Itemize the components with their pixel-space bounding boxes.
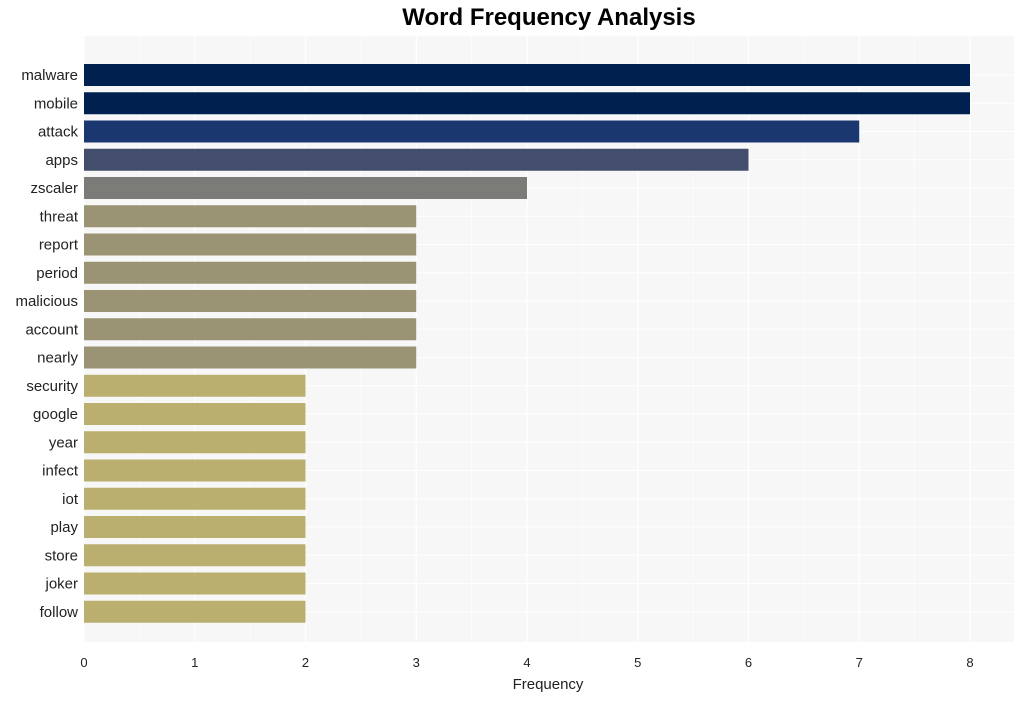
y-tick-label: attack: [38, 124, 79, 141]
x-tick-label: 7: [856, 655, 863, 670]
bar-security: [84, 374, 306, 397]
y-tick-label: nearly: [37, 350, 78, 367]
y-tick-label: account: [25, 321, 78, 338]
y-tick-label: year: [49, 434, 78, 451]
bar-malicious: [84, 290, 417, 312]
y-tick-label: malware: [21, 67, 78, 84]
x-tick-label: 4: [523, 655, 530, 670]
y-tick-label: mobile: [34, 95, 78, 112]
y-tick-label: iot: [62, 491, 79, 508]
bar-malware: [84, 64, 970, 86]
bar-account: [84, 318, 417, 341]
bar-iot: [84, 487, 306, 510]
x-tick-label: 8: [966, 655, 973, 670]
y-tick-label: apps: [45, 152, 78, 169]
bar-year: [84, 431, 306, 454]
bar-zscaler: [84, 177, 527, 199]
x-tick-label: 0: [80, 655, 87, 670]
y-tick-label: report: [39, 237, 79, 254]
y-tick-label: store: [45, 547, 78, 564]
x-tick-label: 3: [413, 655, 420, 670]
bar-period: [84, 261, 417, 284]
x-tick-label: 6: [745, 655, 752, 670]
bar-chart: malware mobile attack apps zscaler threat repo…: [15, 36, 1014, 693]
y-tick-label: play: [50, 519, 78, 536]
y-tick-label: security: [26, 378, 78, 395]
x-tick-label: 1: [191, 655, 198, 670]
y-tick-label: follow: [40, 604, 79, 621]
x-tick-labels: 0 1 2 3 4 5 6 7 8: [80, 655, 973, 670]
x-tick-label: 5: [634, 655, 641, 670]
y-tick-label: period: [36, 265, 78, 282]
bar-mobile: [84, 92, 970, 115]
bar-follow: [84, 600, 306, 623]
bar-report: [84, 233, 417, 256]
bar-nearly: [84, 346, 417, 369]
y-tick-label: google: [33, 406, 78, 423]
y-tick-label: malicious: [15, 293, 78, 310]
bar-google: [84, 403, 306, 425]
bar-apps: [84, 148, 749, 171]
bar-infect: [84, 459, 306, 482]
bar-joker: [84, 572, 306, 595]
x-axis-label: Frequency: [513, 676, 584, 693]
bar-store: [84, 544, 306, 567]
y-tick-label: threat: [40, 208, 79, 225]
y-tick-label: infect: [42, 463, 79, 480]
bar-play: [84, 516, 306, 538]
bar-attack: [84, 120, 860, 143]
x-tick-label: 2: [302, 655, 309, 670]
y-tick-label: joker: [44, 576, 78, 593]
y-tick-labels: malware mobile attack apps zscaler threat repo…: [15, 67, 78, 621]
bar-threat: [84, 205, 417, 228]
y-tick-label: zscaler: [30, 180, 78, 197]
